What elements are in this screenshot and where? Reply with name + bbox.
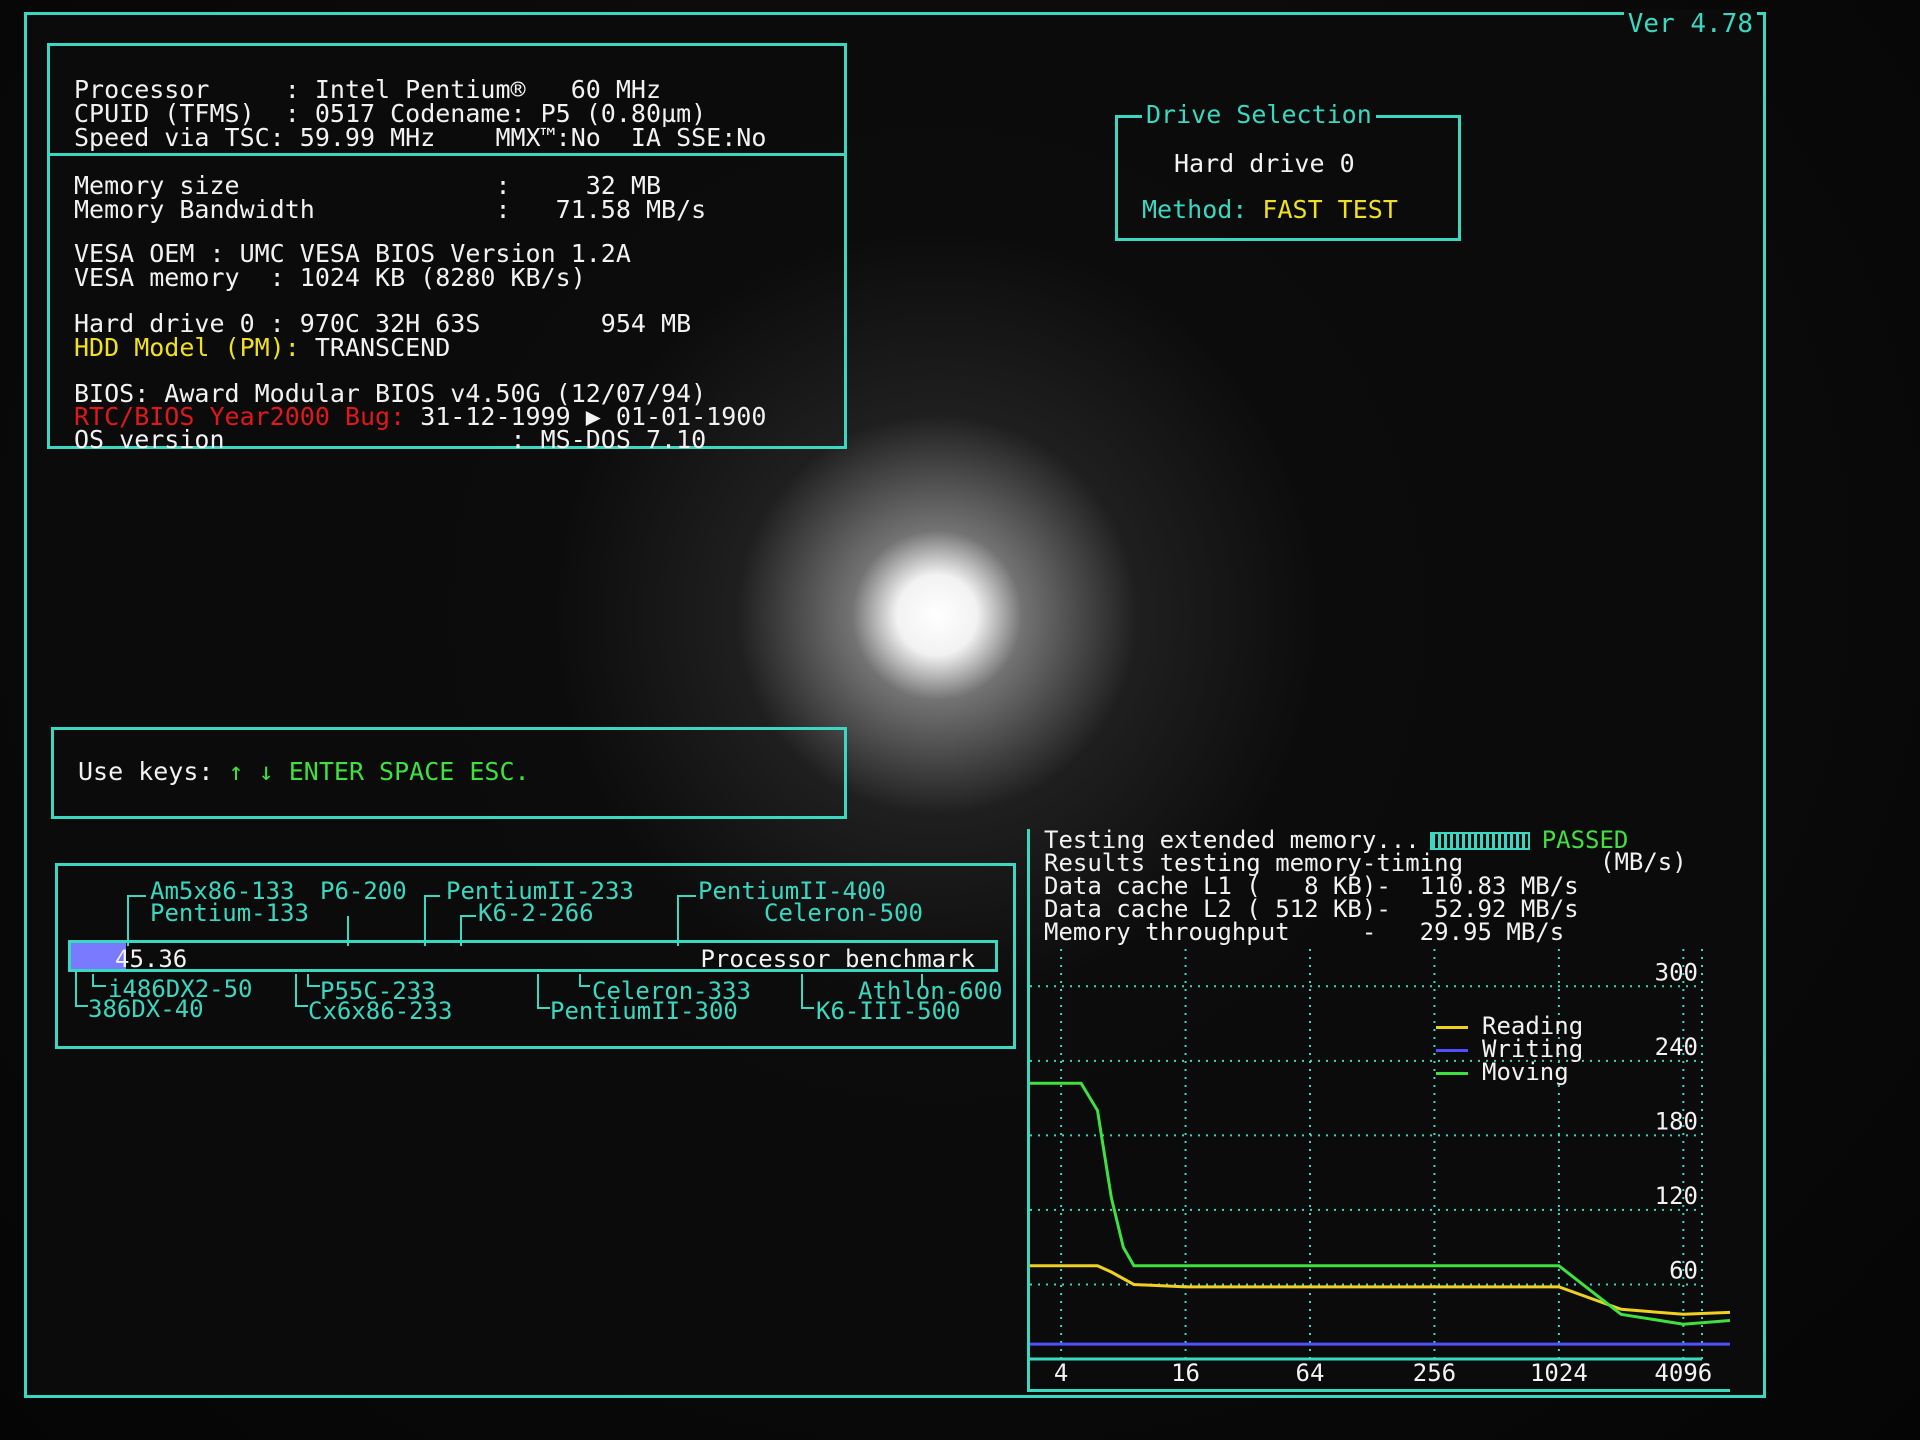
bench-celeron-500: Celeron-500 xyxy=(764,899,923,927)
y-tick-180: 180 xyxy=(1655,1107,1698,1135)
os-label: OS version xyxy=(74,425,225,454)
bench-p6-200: P6-200 xyxy=(320,877,407,905)
benchmark-bar: 45.36 Processor benchmark xyxy=(68,940,998,973)
legend-reading-swatch xyxy=(1436,1025,1468,1029)
method-label: Method: xyxy=(1142,195,1248,224)
memory-bandwidth-label: Memory Bandwidth xyxy=(74,195,315,224)
keys-row: Use keys: ↑ ↓ ENTER SPACE ESC. xyxy=(78,757,530,786)
hdd-model-row: HDD Model (PM): TRANSCEND xyxy=(74,333,451,362)
hdd-model-value: TRANSCEND xyxy=(314,333,451,362)
dos-screen: Ver 4.78 Processor : Intel Pentium® 60 M… xyxy=(24,9,1766,1398)
bench-386dx-40: 386DX-40 xyxy=(88,995,204,1023)
bench-pentium-133: Pentium-133 xyxy=(150,899,309,927)
memory-bandwidth-row: Memory Bandwidth : 71.58 MB/s xyxy=(74,195,707,224)
keys-hint-panel: Use keys: ↑ ↓ ENTER SPACE ESC. xyxy=(51,727,847,819)
y-tick-240: 240 xyxy=(1655,1033,1698,1061)
os-value: : MS-DOS 7.10 xyxy=(510,425,707,454)
series-line-reading xyxy=(1030,1264,1730,1316)
x-tick-4: 4 xyxy=(1054,1359,1068,1387)
y-tick-300: 300 xyxy=(1655,958,1698,986)
drive-selection-panel[interactable]: Drive Selection Hard drive 0 Method: FAS… xyxy=(1115,100,1461,241)
bench-cx6x86-233: Cx6x86-233 xyxy=(308,997,453,1025)
x-tick-64: 64 xyxy=(1296,1359,1325,1387)
memory-throughput-row: Memory throughput - 29.95 MB/s xyxy=(1044,918,1565,946)
x-tick-1024: 1024 xyxy=(1530,1359,1588,1387)
separator xyxy=(50,153,844,156)
legend-moving: Moving xyxy=(1436,1060,1569,1084)
legend-moving-swatch xyxy=(1436,1071,1468,1075)
system-info-panel: Processor : Intel Pentium® 60 MHz CPUID … xyxy=(47,43,847,454)
processor-benchmark-panel: Am5x86-133 Pentium-133 P6-200 PentiumII-… xyxy=(55,863,1016,1049)
benchmark-score: 45.36 xyxy=(115,945,188,973)
speed-label: Speed via TSC: xyxy=(74,123,285,152)
bench-k6-iii-500: K6-III-500 xyxy=(816,997,961,1025)
speed-row: Speed via TSC: 59.99 MHz MMX™:No IA SSE:… xyxy=(74,123,767,152)
bench-k6-2-266: K6-2-266 xyxy=(478,899,594,927)
x-tick-16: 16 xyxy=(1171,1359,1200,1387)
x-tick-256: 256 xyxy=(1413,1359,1456,1387)
hdd-model-label: HDD Model (PM): xyxy=(74,333,300,362)
vesa-memory-row: VESA memory : 1024 KB (8280 KB/s) xyxy=(74,263,586,292)
version-label: Ver 4.78 xyxy=(1623,9,1757,39)
keys-list: ↑ ↓ ENTER SPACE ESC. xyxy=(228,757,530,786)
keys-label: Use keys: xyxy=(78,757,214,786)
benchmark-label: Processor benchmark xyxy=(700,945,975,973)
drive-option[interactable]: Hard drive 0 xyxy=(1174,151,1355,176)
os-row: OS version : MS-DOS 7.10 xyxy=(74,425,707,454)
bench-pentiumii-300: PentiumII-300 xyxy=(550,997,738,1025)
memory-timing-panel: 60 120 180 240 300 4 16 64 256 1024 4096 Testing e… xyxy=(1027,828,1730,1392)
units-label: (MB/s) xyxy=(1600,848,1687,876)
y-tick-120: 120 xyxy=(1655,1182,1698,1210)
method-row[interactable]: Method: FAST TEST xyxy=(1142,195,1398,224)
method-value[interactable]: FAST TEST xyxy=(1262,195,1397,224)
drive-selection-title: Drive Selection xyxy=(1142,100,1376,129)
speed-value: 59.99 MHz MMX™:No IA SSE:No xyxy=(299,123,767,152)
ext-memory-progress xyxy=(1429,832,1530,850)
memory-bandwidth-value: : 71.58 MB/s xyxy=(495,195,707,224)
x-tick-4096: 4096 xyxy=(1654,1359,1712,1387)
legend-writing-swatch xyxy=(1436,1048,1468,1052)
